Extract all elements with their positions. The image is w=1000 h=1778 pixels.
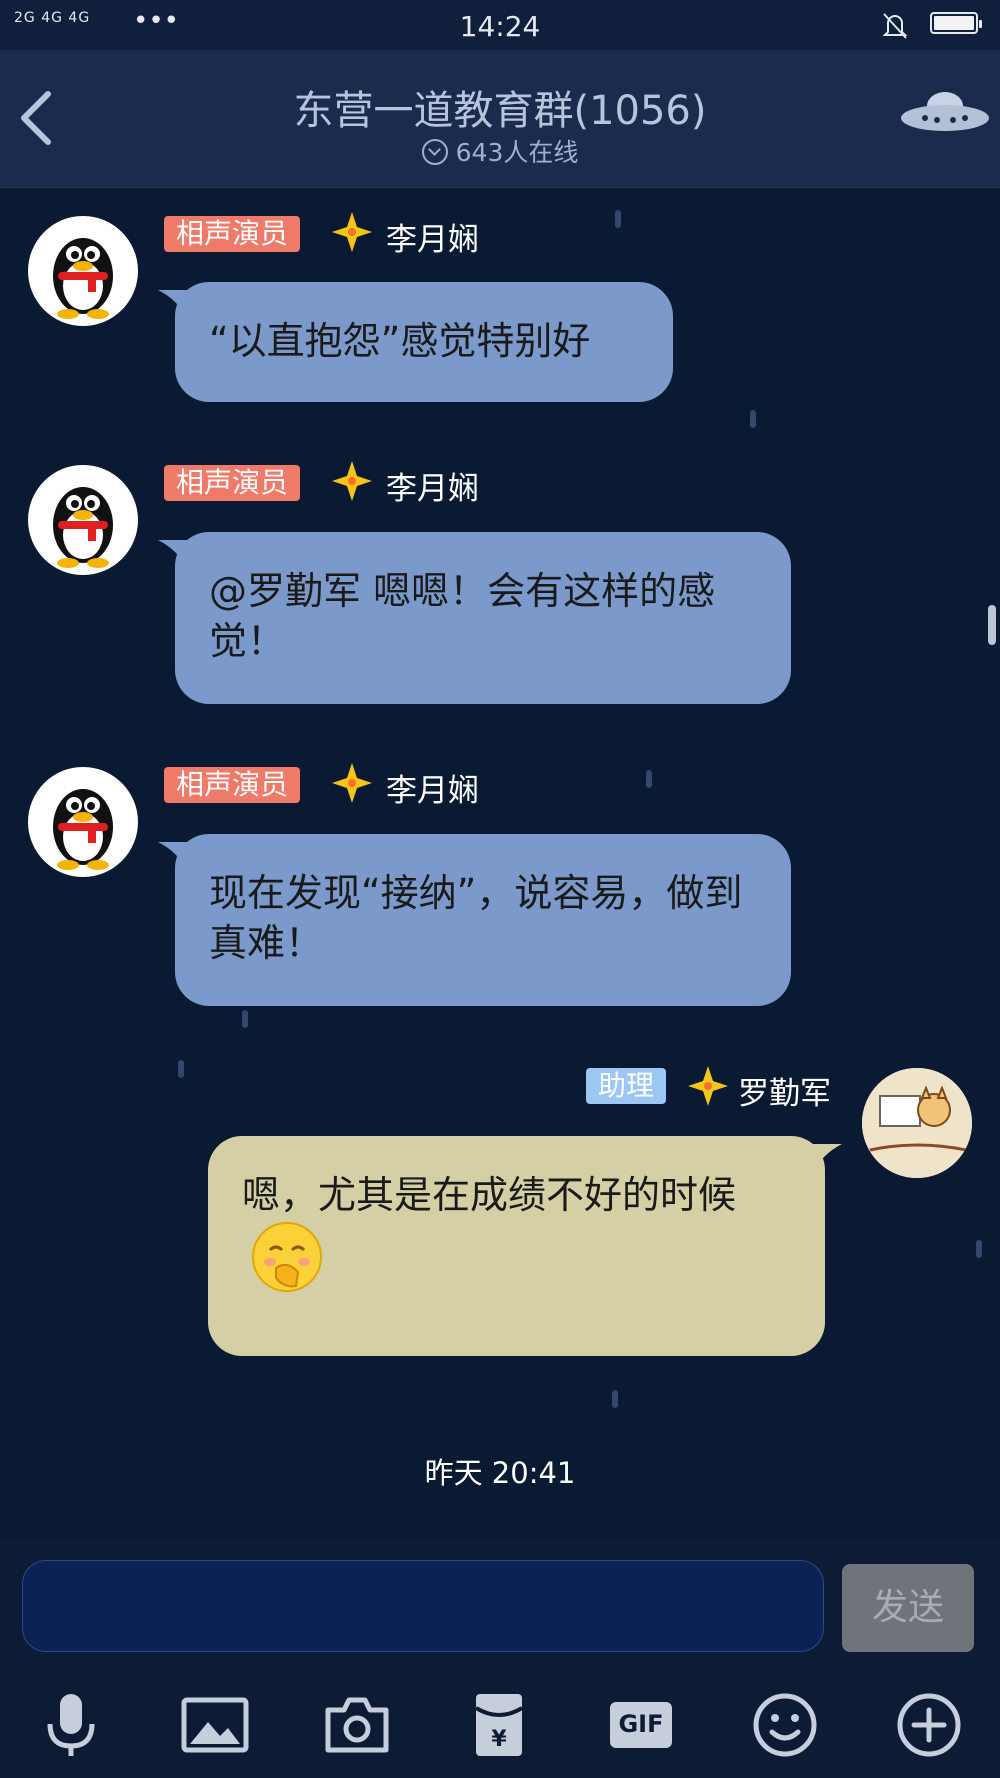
camera-icon[interactable]	[322, 1690, 392, 1760]
avatar[interactable]	[862, 1068, 972, 1178]
message-input[interactable]	[22, 1560, 824, 1652]
status-time: 14:24	[459, 10, 541, 43]
message-timestamp: 昨天 20:41	[424, 1456, 576, 1490]
member-title-badge: 相声演员	[164, 465, 301, 501]
message-bubble[interactable]: 现在发现“接纳”，说容易，做到真难！	[175, 834, 791, 1006]
penguin-avatar-icon	[53, 238, 113, 319]
online-count[interactable]: 643人在线	[0, 133, 1000, 169]
chevron-down-icon	[421, 139, 448, 165]
avatar[interactable]	[28, 465, 138, 575]
sender-name[interactable]: 罗勤军	[738, 1068, 831, 1113]
gif-icon[interactable]: GIF	[606, 1690, 676, 1760]
message-bubble[interactable]: @罗勤军 嗯嗯！会有这样的感觉！	[175, 532, 791, 704]
emoji-icon[interactable]	[750, 1690, 820, 1760]
member-title-badge: 助理	[586, 1068, 667, 1104]
image-icon[interactable]	[180, 1690, 250, 1760]
rank-star-icon	[688, 1066, 728, 1106]
sender-name[interactable]: 李月娴	[386, 463, 479, 508]
avatar[interactable]	[28, 767, 138, 877]
background-sparkle	[615, 210, 621, 228]
avatar[interactable]	[28, 216, 138, 326]
background-sparkle	[242, 1010, 248, 1028]
send-button[interactable]: 发送	[842, 1564, 974, 1652]
member-title-badge: 相声演员	[164, 767, 301, 803]
cat-drawing-avatar-icon	[862, 1068, 972, 1178]
penguin-avatar-icon	[53, 487, 113, 568]
plus-icon[interactable]	[894, 1690, 964, 1760]
red-packet-icon[interactable]: ¥	[464, 1690, 534, 1760]
rank-star-icon	[332, 763, 372, 803]
penguin-avatar-icon	[53, 789, 113, 870]
gif-label: GIF	[618, 1710, 664, 1738]
group-title: 东营一道教育群(1056)	[293, 88, 707, 134]
ufo-icon[interactable]	[900, 88, 990, 138]
microphone-icon[interactable]	[36, 1690, 106, 1760]
online-count-label: 643人在线	[455, 138, 579, 167]
member-title-badge: 相声演员	[164, 216, 301, 252]
message-bubble[interactable]: “以直抱怨”感觉特别好	[175, 282, 673, 402]
battery-icon	[930, 12, 982, 34]
message-bubble[interactable]: 嗯，尤其是在成绩不好的时候	[208, 1136, 825, 1356]
scrollbar-thumb[interactable]	[988, 605, 996, 645]
background-sparkle	[750, 410, 756, 428]
muted-bell-icon	[882, 13, 908, 39]
svg-text:¥: ¥	[491, 1727, 507, 1752]
background-sparkle	[646, 770, 652, 788]
rank-star-icon	[332, 461, 372, 501]
message-text: 嗯，尤其是在成绩不好的时候	[242, 1173, 737, 1217]
rank-star-icon	[332, 212, 372, 252]
background-sparkle	[612, 1390, 618, 1408]
shy-smile-emoji-icon	[252, 1222, 322, 1292]
sender-name[interactable]: 李月娴	[386, 765, 479, 810]
sender-name[interactable]: 李月娴	[386, 214, 479, 259]
background-sparkle	[976, 1240, 982, 1258]
background-sparkle	[178, 1060, 184, 1078]
